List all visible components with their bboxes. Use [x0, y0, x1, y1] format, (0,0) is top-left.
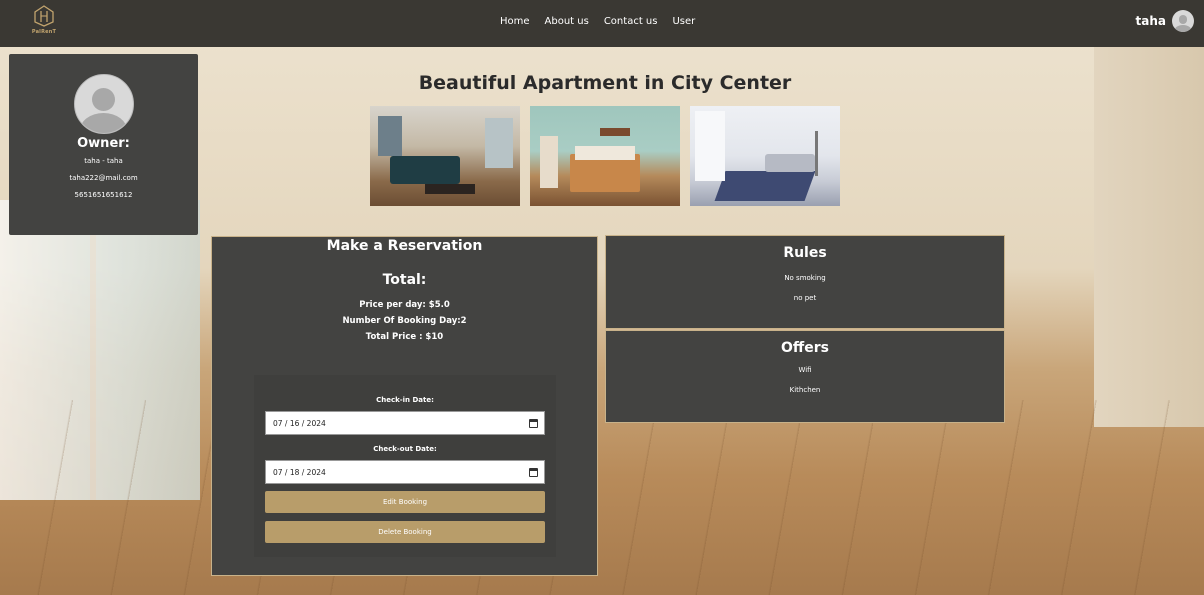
- booking-days: Number Of Booking Day:2: [342, 316, 467, 326]
- owner-name: taha - taha: [84, 157, 123, 165]
- total-price: Total Price : $10: [365, 332, 444, 342]
- rule-item: No smoking: [784, 274, 826, 282]
- edit-booking-button[interactable]: Edit Booking: [265, 491, 545, 513]
- booking-form: Check-in Date: 07 / 16 / 2024 Check-out …: [254, 375, 556, 557]
- offers-title: Offers: [781, 340, 829, 356]
- rules-title: Rules: [783, 245, 827, 261]
- owner-avatar-icon: [73, 74, 134, 134]
- calendar-icon[interactable]: [529, 418, 538, 428]
- checkin-date-input[interactable]: 07 / 16 / 2024: [265, 411, 545, 435]
- background-wall: [1094, 47, 1204, 427]
- nav-link-about[interactable]: About us: [545, 16, 589, 27]
- owner-heading: Owner:: [77, 136, 130, 151]
- listing-photo-lounge[interactable]: [690, 106, 840, 206]
- checkin-label: Check-in Date:: [376, 396, 434, 404]
- rule-item: no pet: [793, 294, 817, 302]
- price-per-day: Price per day: $5.0: [359, 300, 450, 310]
- offers-panel: Offers Wifi Kithchen: [605, 330, 1005, 423]
- listing-photo-living-room[interactable]: [370, 106, 520, 206]
- calendar-icon[interactable]: [529, 467, 538, 477]
- rules-panel: Rules No smoking no pet: [605, 235, 1005, 329]
- nav-username[interactable]: taha: [1136, 14, 1166, 28]
- site-logo[interactable]: PalRenT: [28, 5, 60, 39]
- delete-booking-button[interactable]: Delete Booking: [265, 521, 545, 543]
- owner-email: taha222@mail.com: [69, 174, 138, 182]
- reservation-total-heading: Total:: [382, 272, 427, 288]
- reservation-title: Make a Reservation: [326, 238, 483, 254]
- background-floor: [0, 400, 1204, 595]
- nav-user-menu[interactable]: taha: [1136, 10, 1194, 32]
- reservation-panel: Make a Reservation Total: Price per day:…: [211, 236, 598, 576]
- nav-links: Home About us Contact us User: [500, 16, 695, 27]
- checkout-date-input[interactable]: 07 / 18 / 2024: [265, 460, 545, 484]
- nav-link-user[interactable]: User: [672, 16, 695, 27]
- nav-link-contact[interactable]: Contact us: [604, 16, 658, 27]
- checkout-label: Check-out Date:: [373, 445, 437, 453]
- checkin-date-value[interactable]: 07 / 16 / 2024: [273, 419, 326, 428]
- listing-photo-bedroom[interactable]: [530, 106, 680, 206]
- owner-card: Owner: taha - taha taha222@mail.com 5651…: [9, 54, 198, 235]
- listing-title: Beautiful Apartment in City Center: [418, 72, 792, 94]
- offer-item: Kithchen: [789, 386, 821, 394]
- user-avatar-icon[interactable]: [1172, 10, 1194, 32]
- nav-link-home[interactable]: Home: [500, 16, 530, 27]
- offer-item: Wifi: [798, 366, 812, 374]
- logo-icon: [34, 5, 54, 27]
- navbar: PalRenT Home About us Contact us User ta…: [0, 0, 1204, 47]
- checkout-date-value[interactable]: 07 / 18 / 2024: [273, 468, 326, 477]
- logo-text: PalRenT: [31, 29, 57, 35]
- owner-phone: 5651651651612: [74, 191, 133, 199]
